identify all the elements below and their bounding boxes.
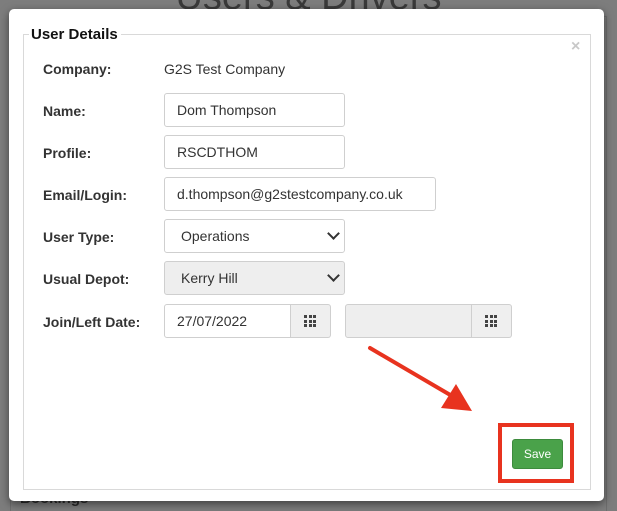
left-date-group	[345, 304, 512, 338]
fieldset-legend: User Details	[29, 26, 121, 43]
user-type-select[interactable]: Operations	[164, 219, 345, 253]
left-date-picker-button[interactable]	[472, 304, 512, 338]
company-value: G2S Test Company	[164, 61, 286, 77]
chevron-down-icon	[327, 227, 340, 240]
chevron-down-icon	[327, 269, 340, 282]
save-button[interactable]: Save	[512, 439, 563, 469]
calendar-grid-icon	[485, 315, 497, 327]
user-type-label: User Type:	[43, 229, 115, 245]
close-icon[interactable]: ×	[571, 39, 580, 55]
join-date-group: 27/07/2022	[164, 304, 331, 338]
usual-depot-select: Kerry Hill	[164, 261, 345, 295]
left-date-input	[345, 304, 472, 338]
email-label: Email/Login:	[43, 187, 127, 203]
profile-input[interactable]: RSCDTHOM	[164, 135, 345, 169]
name-input[interactable]: Dom Thompson	[164, 93, 345, 127]
usual-depot-label: Usual Depot:	[43, 271, 130, 287]
company-label: Company:	[43, 61, 112, 77]
join-left-date-label: Join/Left Date:	[43, 314, 141, 330]
email-login-input[interactable]: d.thompson@g2stestcompany.co.uk	[164, 177, 436, 211]
profile-label: Profile:	[43, 145, 92, 161]
usual-depot-selected: Kerry Hill	[181, 270, 238, 286]
join-date-input[interactable]: 27/07/2022	[164, 304, 291, 338]
join-date-picker-button[interactable]	[291, 304, 331, 338]
calendar-grid-icon	[304, 315, 316, 327]
user-type-selected: Operations	[181, 228, 250, 244]
name-label: Name:	[43, 103, 86, 119]
